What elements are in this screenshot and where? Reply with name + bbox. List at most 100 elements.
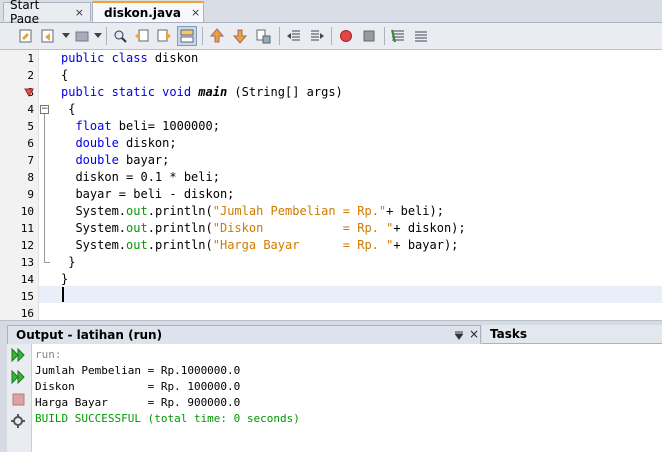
close-icon[interactable]: ×: [469, 327, 479, 341]
tab-start-page[interactable]: Start Page ×: [3, 0, 91, 26]
code-token: }: [61, 255, 76, 269]
close-icon[interactable]: ×: [75, 6, 84, 19]
text-caret: [62, 287, 64, 302]
code-line: float beli= 1000000;: [61, 118, 220, 135]
output-line: Diskon = Rp. 100000.0: [35, 380, 241, 393]
code-token: + bayar);: [393, 238, 459, 252]
rerun-with-params-icon[interactable]: [9, 368, 27, 386]
output-console[interactable]: run: Jumlah Pembelian = Rp.1000000.0 Dis…: [32, 344, 662, 452]
forward-icon[interactable]: [72, 26, 92, 46]
code-token: diskon: [154, 51, 199, 65]
code-line: double bayar;: [61, 152, 169, 169]
code-token: "Harga Bayar = Rp. ": [212, 238, 394, 252]
output-line: Jumlah Pembelian = Rp.1000000.0: [35, 364, 241, 377]
error-marker-icon: [24, 88, 34, 97]
code-token: + beli);: [386, 204, 444, 218]
tab-diskon-java[interactable]: diskon.java ×: [92, 1, 204, 22]
code-token: bayar = beli - diskon;: [61, 187, 235, 201]
code-token: beli= 1000000;: [111, 119, 220, 133]
output-line-build-status: BUILD SUCCESSFUL (total time: 0 seconds): [35, 412, 300, 425]
code-token: out: [126, 221, 148, 235]
line-number: 6: [27, 137, 34, 150]
shift-left-icon[interactable]: [284, 26, 304, 46]
code-line: bayar = beli - diskon;: [61, 186, 234, 203]
code-token: double: [61, 136, 119, 150]
output-line: Harga Bayar = Rp. 900000.0: [35, 396, 241, 409]
shift-right-icon[interactable]: [307, 26, 327, 46]
find-previous-icon[interactable]: [132, 26, 152, 46]
line-number: 4: [27, 103, 34, 116]
code-token: .println(: [147, 221, 213, 235]
comment-icon[interactable]: [388, 26, 408, 46]
toggle-bookmark-icon[interactable]: [253, 26, 273, 46]
chevron-down-icon[interactable]: [92, 26, 104, 46]
code-line: }: [61, 271, 68, 288]
stop-icon[interactable]: [9, 390, 27, 408]
tab-label: diskon.java: [104, 5, 181, 20]
output-panel-header[interactable]: Output - latihan (run) ×: [7, 325, 481, 344]
tasks-label: Tasks: [490, 327, 528, 341]
fold-collapse-icon[interactable]: −: [40, 105, 49, 114]
code-line: System.out.println("Jumlah Pembelian = R…: [61, 203, 444, 220]
find-icon[interactable]: [110, 26, 130, 46]
line-number: 10: [20, 205, 34, 218]
fold-guide-line: [44, 114, 45, 262]
code-token: "Diskon = Rp. ": [212, 221, 394, 235]
line-number: 13: [20, 256, 34, 269]
last-edit-icon[interactable]: [16, 26, 36, 46]
code-token: .println(: [147, 204, 213, 218]
output-side-toolbar: [7, 344, 32, 452]
code-line: System.out.println("Harga Bayar = Rp. "+…: [61, 237, 458, 254]
line-number: 2: [27, 69, 34, 82]
code-token: public static void: [61, 85, 199, 99]
fold-guide-end: [44, 262, 50, 263]
output-panel-title: Output - latihan (run): [16, 328, 163, 342]
previous-bookmark-icon[interactable]: [207, 26, 227, 46]
code-line: {: [61, 101, 75, 118]
line-number: 14: [20, 273, 34, 286]
line-number: 1: [27, 52, 34, 65]
line-number: 7: [27, 154, 34, 167]
code-token: .println(: [147, 238, 213, 252]
record-macro-icon[interactable]: [336, 26, 356, 46]
uncomment-icon[interactable]: [411, 26, 431, 46]
code-token: double: [61, 153, 119, 167]
code-token: "Jumlah Pembelian = Rp.": [212, 204, 387, 218]
settings-icon[interactable]: [9, 412, 27, 430]
left-strip: [0, 325, 7, 452]
chevron-down-icon[interactable]: [60, 26, 72, 46]
minimize-window-icon[interactable]: [454, 330, 464, 340]
code-token: System.: [61, 238, 127, 252]
code-token: float: [61, 119, 112, 133]
code-line: double diskon;: [61, 135, 177, 152]
code-token: {: [61, 68, 69, 82]
close-icon[interactable]: ×: [191, 6, 200, 19]
code-token: }: [61, 272, 69, 286]
code-token: diskon;: [118, 136, 177, 150]
code-line: public class diskon: [61, 50, 198, 67]
line-number: 15: [20, 290, 34, 303]
find-next-icon[interactable]: [154, 26, 174, 46]
toggle-highlight-icon[interactable]: [177, 26, 197, 46]
editor-toolbar: [0, 23, 662, 50]
line-number: 9: [27, 188, 34, 201]
next-bookmark-icon[interactable]: [230, 26, 250, 46]
code-token: diskon = 0.1 * beli;: [61, 170, 220, 184]
code-token: System.: [61, 221, 127, 235]
rerun-icon[interactable]: [9, 346, 27, 364]
back-icon[interactable]: [38, 26, 58, 46]
code-editor[interactable]: 12345678910111213141516 − public class d…: [0, 50, 662, 320]
tab-tasks[interactable]: Tasks: [482, 325, 662, 344]
line-number: 8: [27, 171, 34, 184]
code-token: (String[] args): [227, 85, 343, 99]
code-token: public class: [61, 51, 155, 65]
code-line: diskon = 0.1 * beli;: [61, 169, 220, 186]
code-line: System.out.println("Diskon = Rp. "+ disk…: [61, 220, 465, 237]
code-token: {: [61, 102, 76, 116]
code-line: {: [61, 67, 68, 84]
line-number: 5: [27, 120, 34, 133]
code-line: }: [61, 254, 75, 271]
code-line: public static void main (String[] args): [61, 84, 343, 101]
output-line-run: run:: [35, 348, 62, 361]
stop-macro-icon[interactable]: [359, 26, 379, 46]
